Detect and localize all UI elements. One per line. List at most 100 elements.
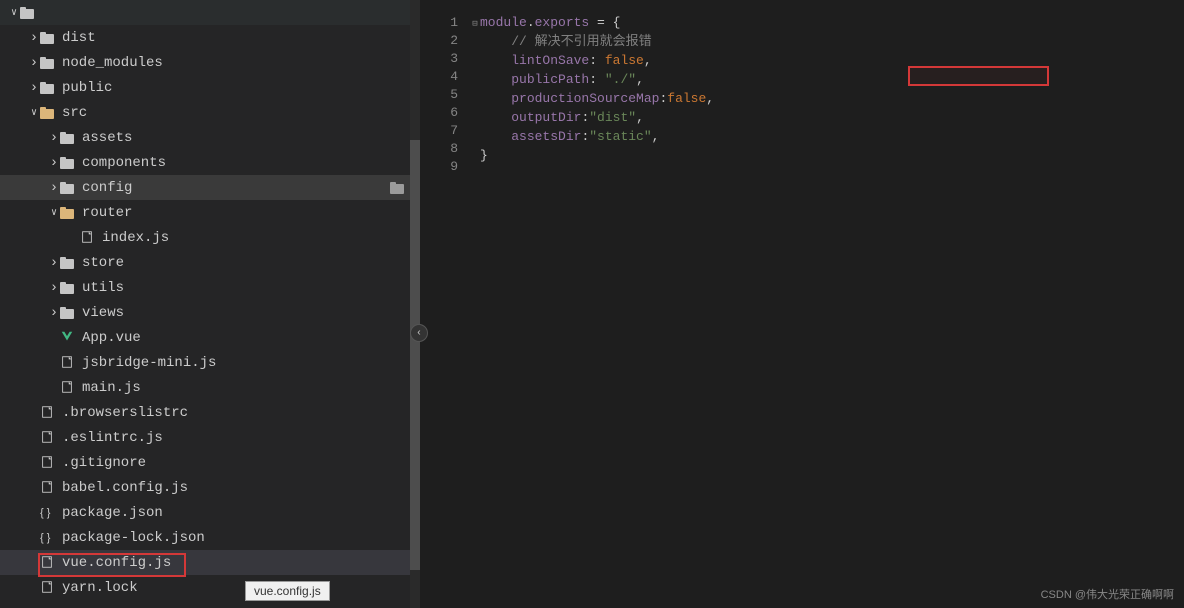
line-number-gutter: 123456789 xyxy=(420,0,470,608)
file-json-icon: { } xyxy=(40,530,56,546)
code-editor[interactable]: ‹ 123456789 ⊟module.exports = { // 解决不引用… xyxy=(420,0,1184,608)
line-number: 9 xyxy=(420,158,458,176)
chevron-down-icon[interactable] xyxy=(28,107,40,119)
item-label: jsbridge-mini.js xyxy=(82,355,216,371)
folder-open-icon xyxy=(60,205,76,221)
item-label: src xyxy=(62,105,87,121)
file-js-icon xyxy=(80,230,96,246)
highlight-box-code xyxy=(908,66,1049,86)
file-item[interactable]: .browserslistrc xyxy=(0,400,420,425)
item-label: assets xyxy=(82,130,132,146)
item-label: package-lock.json xyxy=(62,530,205,546)
line-number: 8 xyxy=(420,140,458,158)
file-js-icon xyxy=(60,355,76,371)
folder-icon xyxy=(60,130,76,146)
panel-collapse-handle[interactable]: ‹ xyxy=(410,324,428,342)
file-js-icon xyxy=(40,430,56,446)
item-label: config xyxy=(82,180,132,196)
item-label: App.vue xyxy=(82,330,141,346)
chevron-right-icon[interactable] xyxy=(48,280,60,296)
folder-icon xyxy=(60,280,76,296)
code-line[interactable] xyxy=(470,166,1184,185)
file-item[interactable]: App.vue xyxy=(0,325,420,350)
item-label: babel.config.js xyxy=(62,480,188,496)
chevron-right-icon[interactable] xyxy=(48,130,60,146)
chevron-right-icon[interactable] xyxy=(48,180,60,196)
item-label: components xyxy=(82,155,166,171)
file-icon xyxy=(40,405,56,421)
file-item[interactable]: yarn.lock xyxy=(0,575,420,600)
file-explorer-sidebar[interactable]: distnode_modulespublic src assets component… xyxy=(0,0,420,608)
item-label: .browserslistrc xyxy=(62,405,188,421)
scrollbar[interactable] xyxy=(410,0,420,608)
item-label: utils xyxy=(82,280,124,296)
folder-item[interactable]: assets xyxy=(0,125,420,150)
folder-icon xyxy=(20,5,36,21)
file-item[interactable]: babel.config.js xyxy=(0,475,420,500)
fold-icon[interactable]: ⊟ xyxy=(470,15,480,33)
folder-item[interactable]: utils xyxy=(0,275,420,300)
file-item[interactable]: main.js xyxy=(0,375,420,400)
item-label: yarn.lock xyxy=(62,580,138,596)
file-item[interactable]: { } package.json xyxy=(0,500,420,525)
code-line[interactable]: lintOnSave: false, xyxy=(470,52,1184,71)
item-label: store xyxy=(82,255,124,271)
file-item[interactable]: index.js xyxy=(0,225,420,250)
item-label: router xyxy=(82,205,132,221)
item-label: package.json xyxy=(62,505,163,521)
file-icon xyxy=(40,455,56,471)
code-line[interactable]: // 解决不引用就会报错 xyxy=(470,33,1184,52)
chevron-right-icon[interactable] xyxy=(28,55,40,71)
line-number: 2 xyxy=(420,32,458,50)
folder-item[interactable]: views xyxy=(0,300,420,325)
chevron-right-icon[interactable] xyxy=(48,255,60,271)
folder-item[interactable]: store xyxy=(0,250,420,275)
chevron-right-icon[interactable] xyxy=(28,80,40,96)
file-item[interactable]: .eslintrc.js xyxy=(0,425,420,450)
line-number: 7 xyxy=(420,122,458,140)
code-line[interactable]: } xyxy=(470,147,1184,166)
chevron-right-icon[interactable] xyxy=(48,155,60,171)
file-item[interactable]: .gitignore xyxy=(0,450,420,475)
code-line[interactable]: publicPath: "./", xyxy=(470,71,1184,90)
folder-icon xyxy=(60,255,76,271)
line-number: 3 xyxy=(420,50,458,68)
file-item[interactable]: jsbridge-mini.js xyxy=(0,350,420,375)
folder-open-icon xyxy=(40,105,56,121)
chevron-down-icon xyxy=(8,7,20,19)
folder-item[interactable]: dist xyxy=(0,25,420,50)
item-label: main.js xyxy=(82,380,141,396)
file-js-icon xyxy=(40,480,56,496)
code-line[interactable]: productionSourceMap:false, xyxy=(470,90,1184,109)
scrollbar-thumb[interactable] xyxy=(410,140,420,570)
root-folder[interactable] xyxy=(0,0,420,25)
code-line[interactable]: ⊟module.exports = { xyxy=(470,14,1184,33)
folder-item[interactable]: router xyxy=(0,200,420,225)
line-number: 6 xyxy=(420,104,458,122)
folder-item[interactable]: public xyxy=(0,75,420,100)
folder-item[interactable]: src xyxy=(0,100,420,125)
folder-icon xyxy=(60,305,76,321)
line-number: 4 xyxy=(420,68,458,86)
folder-item[interactable]: components xyxy=(0,150,420,175)
file-item[interactable]: vue.config.js xyxy=(0,550,420,575)
file-json-icon: { } xyxy=(40,505,56,521)
chevron-right-icon[interactable] xyxy=(48,305,60,321)
chevron-down-icon[interactable] xyxy=(48,207,60,219)
chevron-right-icon[interactable] xyxy=(28,30,40,46)
code-line[interactable]: outputDir:"dist", xyxy=(470,109,1184,128)
file-js-icon xyxy=(40,580,56,596)
line-number: 5 xyxy=(420,86,458,104)
file-tooltip: vue.config.js xyxy=(245,581,330,601)
code-content[interactable]: ⊟module.exports = { // 解决不引用就会报错 lintOnS… xyxy=(470,0,1184,608)
item-label: views xyxy=(82,305,124,321)
file-item[interactable]: { } package-lock.json xyxy=(0,525,420,550)
code-line[interactable]: assetsDir:"static", xyxy=(470,128,1184,147)
folder-item[interactable]: config xyxy=(0,175,420,200)
new-folder-icon[interactable] xyxy=(390,180,406,196)
item-label: .eslintrc.js xyxy=(62,430,163,446)
line-number: 1 xyxy=(420,14,458,32)
folder-icon xyxy=(40,80,56,96)
folder-item[interactable]: node_modules xyxy=(0,50,420,75)
item-label: index.js xyxy=(102,230,169,246)
